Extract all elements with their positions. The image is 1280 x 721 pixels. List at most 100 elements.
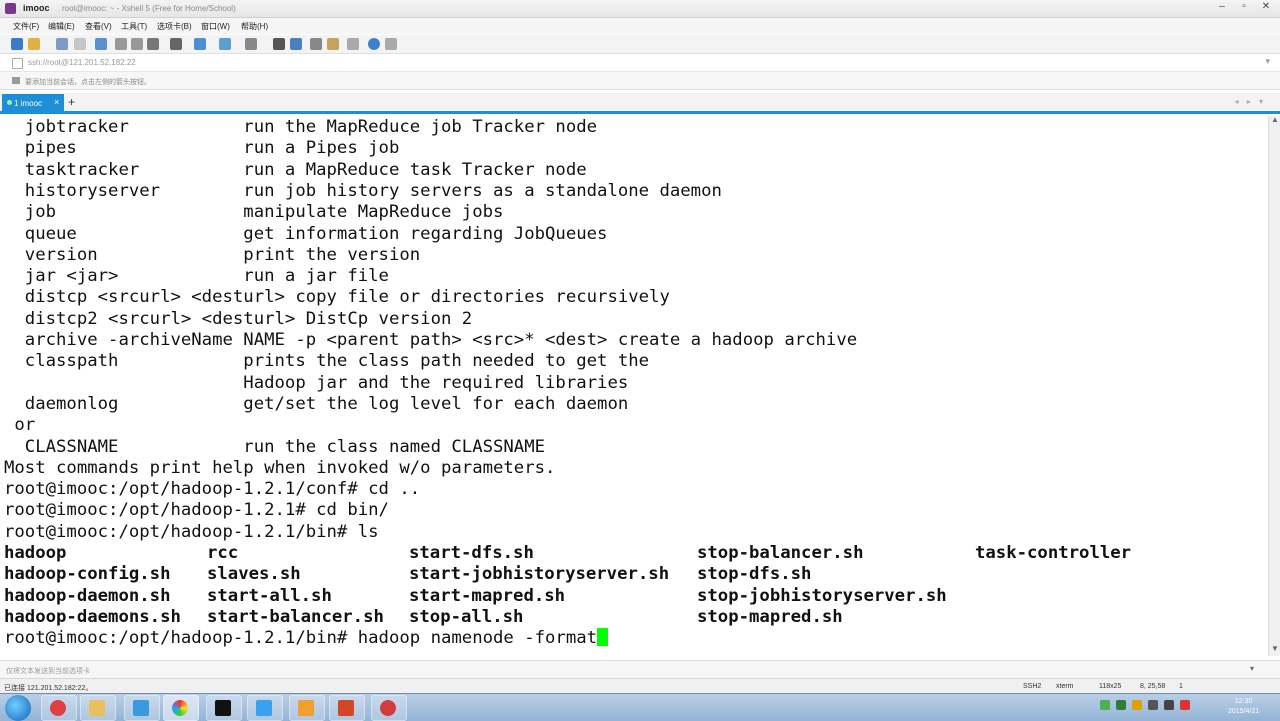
hint-bar: 要添加当前会话，点击左侧的箭头按钮。 [0,72,1280,90]
paste-icon[interactable] [131,38,143,50]
taskbar-app-notes[interactable] [247,695,283,721]
tab-underline [0,111,1280,114]
script-icon[interactable] [290,38,302,50]
fullscreen-icon[interactable] [310,38,322,50]
terminal-line: job manipulate MapReduce jobs [4,202,504,223]
terminal-line: queue get information regarding JobQueue… [4,223,608,244]
taskbar-app-browser[interactable] [163,695,199,721]
terminal-line: tasktracker run a MapReduce task Tracker… [4,159,587,180]
tray-icon-flag[interactable] [1132,700,1142,710]
help-icon[interactable] [368,38,380,50]
scroll-up-icon[interactable]: ▲ [1271,115,1279,124]
terminal-line: classpath prints the class path needed t… [4,351,650,372]
tab-label: 1 imooc [14,99,43,108]
globe-icon[interactable] [219,38,231,50]
start-button[interactable] [5,695,31,721]
tab-imooc[interactable]: 1 imooc × [2,94,64,112]
ls-entry: hadoop-daemons.sh [4,606,181,627]
status-term: xterm [1056,683,1074,690]
font-icon[interactable] [245,38,257,50]
status-size: 118x25 [1099,683,1122,690]
hint-text: 要添加当前会话，点击左侧的箭头按钮。 [25,79,151,86]
compose-icon[interactable] [347,38,359,50]
terminal-line: jar <jar> run a jar file [4,266,389,287]
copy-icon[interactable] [115,38,127,50]
address-bar[interactable]: ssh://root@121.201.52.182:22 ▾ [0,54,1280,72]
status-sessions: 1 [1179,683,1183,690]
terminal-line: distcp2 <srcurl> <desturl> DistCp versio… [4,308,473,329]
menu-view[interactable]: 查看(V) [85,21,112,32]
compose-input[interactable]: 仅将文本发送到当前选项卡 [6,666,90,676]
keyboard-icon[interactable] [273,38,285,50]
ls-entry: stop-dfs.sh [697,564,812,585]
taskbar-app-qq[interactable] [124,695,160,721]
menu-tabs[interactable]: 选项卡(B) [157,21,192,32]
terminal-line: root@imooc:/opt/hadoop-1.2.1# cd bin/ [4,500,389,521]
menu-window[interactable]: 窗口(W) [201,21,230,32]
ls-entry: start-balancer.sh [207,606,384,627]
compose-bar[interactable]: 仅将文本发送到当前选项卡 ▾ [0,660,1280,678]
chat-icon[interactable] [385,38,397,50]
terminal-output[interactable]: jobtracker run the MapReduce job Tracker… [0,116,1268,656]
disconnect-icon[interactable] [74,38,86,50]
taskbar-app-explorer[interactable] [80,695,116,721]
lock-icon[interactable] [327,38,339,50]
open-folder-icon[interactable] [28,38,40,50]
tray-icon-alert[interactable] [1180,700,1190,710]
find-icon[interactable] [147,38,159,50]
tray-icon-volume[interactable] [1164,700,1174,710]
ls-entry: stop-balancer.sh [697,543,864,563]
ls-entry: start-all.sh [207,585,332,606]
tray-icon-s[interactable] [1100,700,1110,710]
menu-help[interactable]: 帮助(H) [241,21,268,32]
add-tab-button[interactable]: + [68,95,75,109]
info-icon [12,77,20,84]
terminal-line: version print the version [4,244,421,265]
tray-icon-network[interactable] [1148,700,1158,710]
terminal-line: Hadoop jar and the required libraries [4,372,629,393]
print-icon[interactable] [170,38,182,50]
terminal-line: or [4,415,36,436]
session-tab-strip: 1 imooc × + ◂ ▸ ▾ [0,93,1280,112]
terminal-line: root@imooc:/opt/hadoop-1.2.1/conf# cd .. [4,479,421,500]
transfer-icon[interactable] [194,38,206,50]
terminal-cursor [597,628,609,647]
taskbar-app-g[interactable] [289,695,325,721]
taskbar-app-powerpoint[interactable] [329,695,365,721]
terminal-line: pipes run a Pipes job [4,138,400,159]
compose-dropdown-icon[interactable]: ▾ [1250,664,1254,673]
status-bar: 已连接 121.201.52.182:22。 SSH2 xterm 118x25… [0,678,1280,694]
menu-tools[interactable]: 工具(T) [121,21,147,32]
minimize-icon[interactable]: – [1213,1,1231,13]
terminal-line: historyserver run job history servers as… [4,180,722,201]
terminal-scrollbar[interactable]: ▲ ▼ [1268,115,1280,656]
ls-entry: start-mapred.sh [409,585,566,606]
taskbar-app-tencent[interactable] [41,695,77,721]
connect-icon[interactable] [56,38,68,50]
terminal-line: CLASSNAME run the class named CLASSNAME [4,436,546,457]
tab-close-icon[interactable]: × [54,97,59,107]
menu-file[interactable]: 文件(F) [13,21,39,32]
menu-edit[interactable]: 编辑(E) [48,21,75,32]
address-dropdown-icon[interactable]: ▾ [1265,56,1270,67]
close-icon[interactable]: ✕ [1257,1,1275,13]
reconnect-icon[interactable] [95,38,107,50]
scroll-down-icon[interactable]: ▼ [1271,644,1279,653]
system-tray [1090,698,1230,718]
tab-navigation[interactable]: ◂ ▸ ▾ [1235,97,1267,106]
tray-icon-app[interactable] [1116,700,1126,710]
menu-bar: 文件(F) 编辑(E) 查看(V) 工具(T) 选项卡(B) 窗口(W) 帮助(… [0,18,1280,34]
ls-entry: stop-mapred.sh [697,606,843,627]
maximize-icon[interactable]: ▫ [1235,1,1253,13]
taskbar-app-xshell[interactable] [371,695,407,721]
new-session-icon[interactable] [11,38,23,50]
taskbar-app-terminal[interactable] [206,695,242,721]
windows-taskbar: 12:30 2015/4/21 [0,693,1280,721]
title-bar: imooc root@imooc: ~ - Xshell 5 (Free for… [0,0,1280,18]
window-title: root@imooc: ~ - Xshell 5 (Free for Home/… [62,4,236,13]
ls-entry: stop-jobhistoryserver.sh [697,585,947,606]
address-field[interactable]: ssh://root@121.201.52.182:22 [28,58,136,67]
terminal-line: root@imooc:/opt/hadoop-1.2.1/bin# ls [4,521,379,542]
taskbar-clock[interactable]: 12:30 2015/4/21 [1228,697,1259,717]
terminal-line: Most commands print help when invoked w/… [4,457,556,478]
